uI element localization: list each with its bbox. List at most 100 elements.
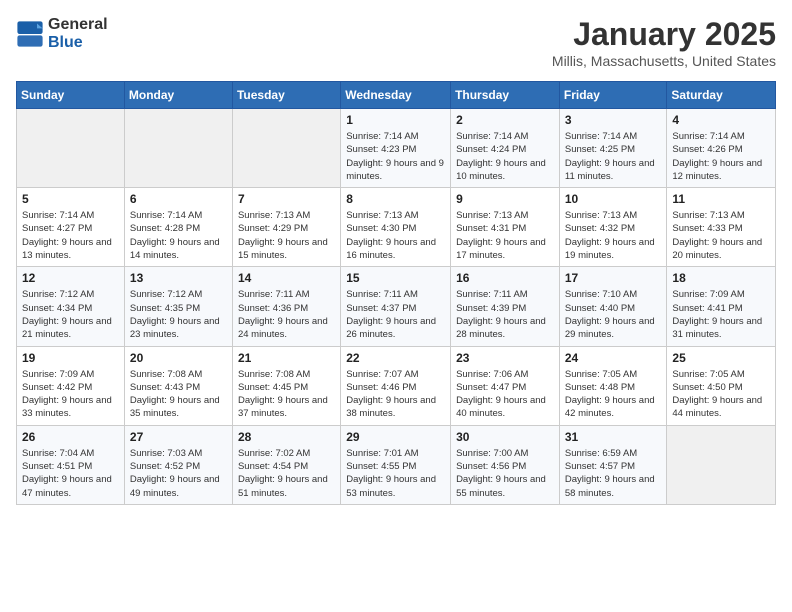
day-info: Sunrise: 7:00 AMSunset: 4:56 PMDaylight:… [456,447,554,500]
day-info: Sunrise: 7:11 AMSunset: 4:37 PMDaylight:… [346,288,445,341]
day-number: 8 [346,192,445,206]
calendar-cell: 5 Sunrise: 7:14 AMSunset: 4:27 PMDaylight… [17,188,125,267]
calendar-cell: 23Sunrise: 7:06 AMSunset: 4:47 PMDayligh… [451,346,560,425]
day-info: Sunrise: 7:14 AMSunset: 4:27 PMDaylight:… [22,209,119,262]
calendar-cell: 16Sunrise: 7:11 AMSunset: 4:39 PMDayligh… [451,267,560,346]
calendar-cell: 25 Sunrise: 7:05 AMSunset: 4:50 PMDayligh… [667,346,776,425]
day-info: Sunrise: 7:14 AMSunset: 4:26 PMDaylight:… [672,130,770,183]
calendar-cell: 24 Sunrise: 7:05 AMSunset: 4:48 PMDayligh… [559,346,667,425]
calendar-cell [232,109,340,188]
calendar-cell: 20 Sunrise: 7:08 AMSunset: 4:43 PMDayligh… [124,346,232,425]
day-number: 19 [22,351,119,365]
weekday-header-saturday: Saturday [667,82,776,109]
logo: General Blue [16,16,108,52]
weekday-header-thursday: Thursday [451,82,560,109]
day-number: 13 [130,271,227,285]
day-info: Sunrise: 7:14 AMSunset: 4:25 PMDaylight:… [565,130,662,183]
day-number: 14 [238,271,335,285]
logo-icon [16,20,44,48]
calendar-cell: 17 Sunrise: 7:10 AMSunset: 4:40 PMDayligh… [559,267,667,346]
weekday-header-monday: Monday [124,82,232,109]
day-number: 5 [22,192,119,206]
day-number: 23 [456,351,554,365]
day-info: Sunrise: 7:10 AMSunset: 4:40 PMDaylight:… [565,288,662,341]
day-number: 25 [672,351,770,365]
day-number: 2 [456,113,554,127]
calendar-cell: 7Sunrise: 7:13 AMSunset: 4:29 PMDaylight… [232,188,340,267]
day-number: 24 [565,351,662,365]
weekday-header-friday: Friday [559,82,667,109]
day-info: Sunrise: 7:09 AMSunset: 4:41 PMDaylight:… [672,288,770,341]
day-info: Sunrise: 6:59 AMSunset: 4:57 PMDaylight:… [565,447,662,500]
calendar-cell: 8 Sunrise: 7:13 AMSunset: 4:30 PMDaylight… [341,188,451,267]
day-info: Sunrise: 7:12 AMSunset: 4:34 PMDaylight:… [22,288,119,341]
day-number: 30 [456,430,554,444]
calendar-week-3: 12 Sunrise: 7:12 AMSunset: 4:34 PMDayligh… [17,267,776,346]
day-info: Sunrise: 7:12 AMSunset: 4:35 PMDaylight:… [130,288,227,341]
calendar-cell: 6Sunrise: 7:14 AMSunset: 4:28 PMDaylight… [124,188,232,267]
day-info: Sunrise: 7:11 AMSunset: 4:36 PMDaylight:… [238,288,335,341]
day-number: 22 [346,351,445,365]
day-number: 3 [565,113,662,127]
calendar-cell [124,109,232,188]
day-info: Sunrise: 7:13 AMSunset: 4:31 PMDaylight:… [456,209,554,262]
day-number: 15 [346,271,445,285]
day-number: 21 [238,351,335,365]
day-info: Sunrise: 7:13 AMSunset: 4:32 PMDaylight:… [565,209,662,262]
day-info: Sunrise: 7:02 AMSunset: 4:54 PMDaylight:… [238,447,335,500]
calendar-cell [17,109,125,188]
day-number: 10 [565,192,662,206]
weekday-header-sunday: Sunday [17,82,125,109]
title-block: January 2025 Millis, Massachusetts, Unit… [552,16,776,69]
logo-text: General Blue [48,16,108,52]
day-number: 29 [346,430,445,444]
day-info: Sunrise: 7:05 AMSunset: 4:48 PMDaylight:… [565,368,662,421]
calendar-cell: 26 Sunrise: 7:04 AMSunset: 4:51 PMDayligh… [17,425,125,504]
calendar-week-4: 19 Sunrise: 7:09 AMSunset: 4:42 PMDayligh… [17,346,776,425]
day-number: 12 [22,271,119,285]
logo-blue: Blue [48,34,83,51]
day-number: 9 [456,192,554,206]
weekday-header-wednesday: Wednesday [341,82,451,109]
calendar-week-2: 5 Sunrise: 7:14 AMSunset: 4:27 PMDaylight… [17,188,776,267]
calendar-week-1: 1 Sunrise: 7:14 AMSunset: 4:23 PMDaylight… [17,109,776,188]
calendar-cell: 14 Sunrise: 7:11 AMSunset: 4:36 PMDayligh… [232,267,340,346]
day-info: Sunrise: 7:08 AMSunset: 4:43 PMDaylight:… [130,368,227,421]
day-info: Sunrise: 7:08 AMSunset: 4:45 PMDaylight:… [238,368,335,421]
day-info: Sunrise: 7:14 AMSunset: 4:23 PMDaylight:… [346,130,445,183]
page-header: General Blue January 2025 Millis, Massac… [16,16,776,69]
day-number: 16 [456,271,554,285]
calendar-cell: 27 Sunrise: 7:03 AMSunset: 4:52 PMDayligh… [124,425,232,504]
calendar-cell: 10 Sunrise: 7:13 AMSunset: 4:32 PMDayligh… [559,188,667,267]
day-info: Sunrise: 7:14 AMSunset: 4:28 PMDaylight:… [130,209,227,262]
calendar-cell: 19 Sunrise: 7:09 AMSunset: 4:42 PMDayligh… [17,346,125,425]
day-number: 27 [130,430,227,444]
day-number: 26 [22,430,119,444]
day-number: 28 [238,430,335,444]
calendar-cell: 2 Sunrise: 7:14 AMSunset: 4:24 PMDaylight… [451,109,560,188]
day-number: 18 [672,271,770,285]
day-info: Sunrise: 7:05 AMSunset: 4:50 PMDaylight:… [672,368,770,421]
calendar-cell: 31 Sunrise: 6:59 AMSunset: 4:57 PMDayligh… [559,425,667,504]
day-info: Sunrise: 7:09 AMSunset: 4:42 PMDaylight:… [22,368,119,421]
day-number: 11 [672,192,770,206]
day-info: Sunrise: 7:14 AMSunset: 4:24 PMDaylight:… [456,130,554,183]
calendar-title: January 2025 [552,16,776,53]
day-number: 1 [346,113,445,127]
weekday-header-tuesday: Tuesday [232,82,340,109]
calendar-cell: 15 Sunrise: 7:11 AMSunset: 4:37 PMDayligh… [341,267,451,346]
day-number: 31 [565,430,662,444]
calendar-cell: 21 Sunrise: 7:08 AMSunset: 4:45 PMDayligh… [232,346,340,425]
weekday-header-row: SundayMondayTuesdayWednesdayThursdayFrid… [17,82,776,109]
calendar-subtitle: Millis, Massachusetts, United States [552,53,776,69]
day-info: Sunrise: 7:04 AMSunset: 4:51 PMDaylight:… [22,447,119,500]
calendar-table: SundayMondayTuesdayWednesdayThursdayFrid… [16,81,776,505]
day-number: 20 [130,351,227,365]
calendar-cell: 11Sunrise: 7:13 AMSunset: 4:33 PMDayligh… [667,188,776,267]
calendar-cell: 28 Sunrise: 7:02 AMSunset: 4:54 PMDayligh… [232,425,340,504]
day-info: Sunrise: 7:13 AMSunset: 4:30 PMDaylight:… [346,209,445,262]
day-info: Sunrise: 7:01 AMSunset: 4:55 PMDaylight:… [346,447,445,500]
day-info: Sunrise: 7:03 AMSunset: 4:52 PMDaylight:… [130,447,227,500]
calendar-cell: 9 Sunrise: 7:13 AMSunset: 4:31 PMDaylight… [451,188,560,267]
day-number: 17 [565,271,662,285]
